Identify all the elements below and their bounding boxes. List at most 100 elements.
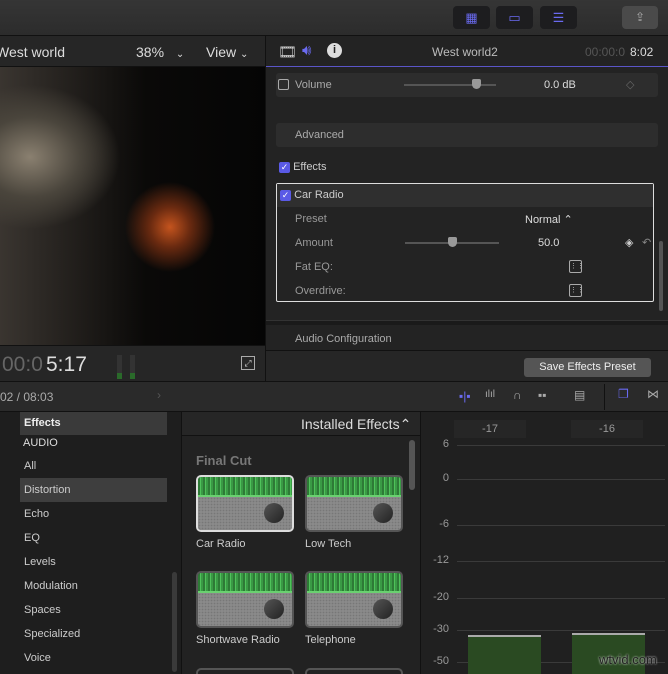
sidebar-item[interactable]: Levels — [20, 550, 167, 574]
volume-row: Volume 0.0 dB ◇ — [276, 73, 658, 97]
headphones-icon[interactable]: ∩ — [513, 388, 522, 402]
transitions-icon[interactable]: ⋈ — [647, 387, 659, 401]
radio-effect-icon — [305, 475, 403, 532]
effect-tile[interactable]: Shortwave Radio — [196, 571, 294, 646]
chevron-down-icon: ⌄ — [239, 49, 249, 60]
group-label: Final Cut — [196, 453, 252, 468]
zoom-menu[interactable]: 38% ⌄ — [136, 44, 184, 60]
sidebar-item[interactable]: Voice — [20, 646, 167, 670]
effect-name: Telephone — [305, 634, 356, 646]
meter-scale-label: 0 — [442, 472, 449, 484]
effect-tile[interactable]: Car Radio — [196, 475, 294, 550]
effect-tile[interactable]: Low Tech — [305, 475, 403, 550]
audio-skimming-icon[interactable]: ılıl — [485, 389, 495, 400]
scrollbar[interactable] — [409, 440, 415, 490]
fat-eq-editor-icon[interactable]: ⋮⋮ — [569, 260, 584, 273]
browser-view-icon[interactable]: ▦ — [453, 6, 490, 29]
view-menu[interactable]: View ⌄ — [206, 44, 248, 60]
volume-slider-knob[interactable] — [472, 79, 481, 89]
meter-scale-label: -50 — [433, 655, 449, 667]
fullscreen-icon[interactable]: ⤢ — [241, 356, 255, 370]
browser-icon[interactable]: ❐ — [618, 387, 629, 401]
keyframe-icon[interactable]: ◇ — [626, 73, 634, 97]
effect-tile[interactable]: Telephone — [305, 571, 403, 646]
video-preview[interactable] — [0, 67, 265, 345]
top-toolbar: ▦ ▭ ☰ ⇪ — [0, 0, 668, 36]
snapping-icon[interactable]: ▪|▪ — [459, 389, 471, 403]
car-radio-toggle[interactable]: ✓ Car Radio — [280, 189, 344, 201]
meter-scale-label: -30 — [433, 623, 449, 635]
chevron-down-icon: ⌄ — [175, 49, 185, 60]
effect-tile[interactable] — [196, 668, 294, 674]
sidebar-item[interactable]: All — [20, 454, 167, 478]
meter-gridline — [457, 479, 665, 480]
installed-effects-dropdown[interactable]: Installed Effects⌃ — [301, 416, 411, 433]
save-effects-preset-button[interactable]: Save Effects Preset — [524, 358, 651, 377]
zoom-value: 38% — [136, 44, 165, 60]
sidebar-item[interactable]: Spaces — [20, 598, 167, 622]
meter-gridline — [457, 445, 665, 446]
sidebar-item[interactable]: Echo — [20, 502, 167, 526]
effect-tile[interactable] — [305, 668, 403, 674]
viewer-title: West world — [0, 44, 65, 60]
volume-value[interactable]: 0.0 dB — [544, 73, 576, 97]
sidebar-item[interactable]: Modulation — [20, 574, 167, 598]
audio-section-label: AUDIO — [23, 437, 58, 449]
volume-icon — [278, 79, 289, 90]
watermark: wtvid.com — [599, 652, 657, 667]
effects-sidebar: Effects AUDIO All Distortion Echo EQ Levels M… — [20, 412, 182, 674]
sidebar-item[interactable]: Distortion — [20, 478, 167, 502]
panel-divider[interactable] — [266, 320, 668, 325]
meter-scale-label: -6 — [439, 518, 449, 530]
view-label: View — [206, 44, 237, 60]
clip-appearance-icon[interactable]: ▤ — [574, 388, 585, 402]
audio-configuration-label[interactable]: Audio Configuration — [295, 333, 392, 345]
amount-slider-knob[interactable] — [448, 237, 457, 247]
effect-name: Low Tech — [305, 538, 352, 550]
reset-icon[interactable]: ↶ — [642, 236, 651, 249]
info-icon[interactable]: i — [327, 43, 342, 58]
timeline-view-icon[interactable]: ▭ — [496, 6, 533, 29]
clip-title: West world2 — [432, 45, 498, 59]
volume-label: Volume — [295, 79, 332, 91]
audio-meter-left — [117, 355, 122, 379]
audio-inspector-icon[interactable]: 🔊︎ — [302, 42, 311, 59]
preset-dropdown[interactable]: Normal ⌃ — [525, 213, 573, 226]
overdrive-editor-icon[interactable]: ⋮⋮ — [569, 284, 584, 297]
radio-effect-icon — [196, 571, 294, 628]
meter-gridline — [457, 561, 665, 562]
radio-effect-icon — [196, 475, 294, 532]
volume-slider[interactable] — [404, 84, 496, 86]
sidebar-item[interactable]: EQ — [20, 526, 167, 550]
chevron-right-icon[interactable]: › — [157, 388, 161, 402]
viewer-timecode-bar: 00:0 5:17 ⤢ — [0, 345, 265, 381]
peak-right: -16 — [571, 420, 643, 438]
timeline-position: 02 / 08:03 — [0, 390, 54, 404]
radio-effect-icon — [305, 571, 403, 628]
effects-label: Effects — [293, 161, 327, 173]
checkbox-icon[interactable]: ✓ — [280, 189, 291, 201]
advanced-row[interactable]: Advanced — [276, 123, 658, 147]
video-inspector-icon[interactable]: 🎞︎ — [278, 43, 297, 61]
scrollbar[interactable] — [659, 241, 663, 311]
preset-value: Normal — [525, 214, 561, 226]
share-icon[interactable]: ⇪ — [622, 6, 658, 29]
checkbox-icon[interactable]: ✓ — [279, 161, 290, 173]
effects-toggle[interactable]: ✓ Effects — [279, 161, 327, 173]
audio-meters: -17 -16 6 0 -6 -12 -20 -30 -50 wtvid.com — [420, 412, 668, 674]
meter-gridline — [457, 525, 665, 526]
inspector-icon[interactable]: ☰ — [540, 6, 577, 29]
viewer-header: West world 38% ⌄ View ⌄ — [0, 36, 265, 67]
keyframe-icon[interactable]: ◈ — [625, 236, 633, 249]
effect-name: Car Radio — [294, 189, 344, 201]
dropdown-label: Installed Effects — [301, 416, 400, 432]
scrollbar[interactable] — [172, 572, 177, 672]
preset-label: Preset — [295, 213, 327, 225]
timeline-toolbar: 02 / 08:03 › ▪|▪ ılıl ∩ ▪▪ ▤ ❐ ⋈ — [0, 381, 668, 412]
meter-scale-label: -20 — [433, 591, 449, 603]
sidebar-item[interactable]: Specialized — [20, 622, 167, 646]
solo-icon[interactable]: ▪▪ — [538, 388, 547, 402]
effect-name: Car Radio — [196, 538, 246, 550]
amount-value[interactable]: 50.0 — [538, 237, 559, 249]
effects-header: Effects — [20, 412, 167, 435]
